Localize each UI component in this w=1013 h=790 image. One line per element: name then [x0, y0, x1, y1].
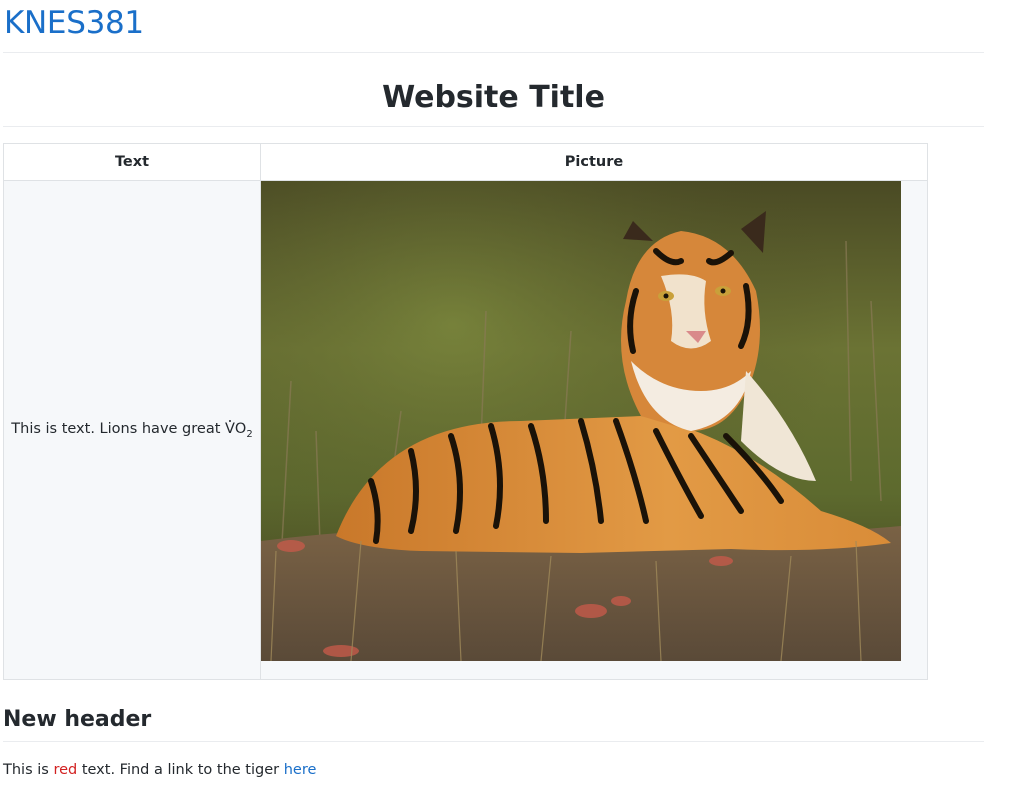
red-text: red [53, 762, 78, 778]
paragraph-text-after-red: text. Find a link to the tiger [77, 762, 284, 778]
content-table: Text Picture This is text. Lions have gr… [3, 143, 928, 680]
body-paragraph: This is red text. Find a link to the tig… [3, 760, 316, 780]
paragraph-text-before-red: This is [3, 762, 54, 778]
table-header-row: Text Picture [3, 143, 928, 181]
picture-cell [260, 180, 928, 680]
text-cell: This is text. Lions have great VO2 [3, 180, 261, 680]
page-heading-container: Website Title [3, 78, 984, 127]
section-header: New header [3, 707, 152, 732]
table-row: This is text. Lions have great VO2 [3, 180, 928, 680]
site-header: KNES381 [3, 0, 984, 53]
page-title: Website Title [382, 80, 605, 115]
o-symbol: O [234, 420, 247, 437]
column-header-text: Text [3, 143, 261, 181]
page: KNES381 Website Title Text Picture This … [0, 0, 1013, 790]
section-header-container: New header [3, 703, 984, 742]
site-title-link[interactable]: KNES381 [4, 3, 144, 43]
tiger-link[interactable]: here [284, 762, 317, 778]
text-cell-prefix: This is text. Lions have great [11, 420, 225, 437]
tiger-image [261, 181, 901, 661]
column-header-picture: Picture [260, 143, 928, 181]
v-dot-symbol: V [225, 419, 235, 437]
subscript-two: 2 [246, 428, 253, 440]
